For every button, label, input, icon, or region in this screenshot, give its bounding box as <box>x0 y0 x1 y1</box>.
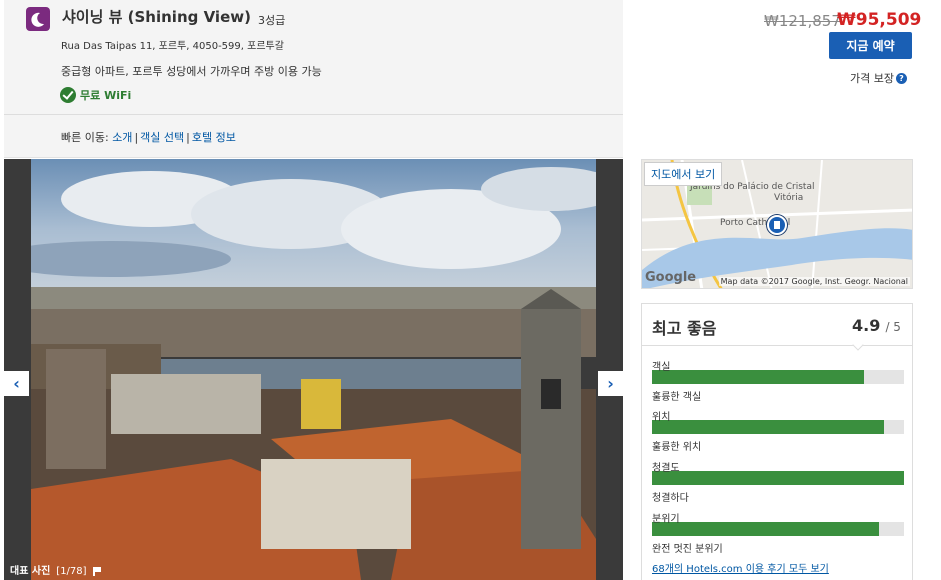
help-icon[interactable]: ? <box>895 72 907 84</box>
rating-score-value: 4.9 <box>852 316 881 335</box>
rating-bar-fill <box>652 522 879 536</box>
rating-category-label: 청결도 <box>652 463 680 474</box>
photo-caption-label: 대표 사진 <box>10 566 51 577</box>
quick-nav: 빠른 이동: 소개 | 객실 선택 | 호텔 정보 <box>61 131 236 144</box>
rating-bar <box>652 471 904 485</box>
price-guarantee[interactable]: 가격 보장 ? <box>850 70 907 86</box>
rating-category-sub: 완전 멋진 분위기 <box>652 544 723 555</box>
rating-score: 4.9 / 5 <box>852 316 901 335</box>
brand-logo-icon <box>26 7 50 31</box>
hotel-photo[interactable] <box>31 159 596 580</box>
rating-bar-fill <box>652 471 904 485</box>
map-label-vitoria: Vitória <box>774 193 804 203</box>
quick-nav-intro-link[interactable]: 소개 <box>112 131 132 144</box>
google-logo: Google <box>645 270 697 285</box>
rating-bar <box>652 420 904 434</box>
rating-bar <box>652 370 904 384</box>
rating-category-location: 위치 훌륭한 위치 <box>652 408 904 453</box>
divider <box>4 114 623 115</box>
quick-nav-label: 빠른 이동: <box>61 131 109 144</box>
hotel-address: Rua Das Taipas 11, 포르투, 4050-599, 포르투갈 <box>61 41 284 52</box>
photo-gallery: ‹ › <box>4 159 623 580</box>
rating-bar-fill <box>652 420 884 434</box>
rating-category-label: 분위기 <box>652 514 680 525</box>
star-rating: 3성급 <box>258 14 286 27</box>
rating-category-label: 객실 <box>652 362 671 373</box>
rating-score-max: / 5 <box>885 320 901 334</box>
rating-category-label: 위치 <box>652 412 671 423</box>
view-on-map-button[interactable]: 지도에서 보기 <box>644 162 723 186</box>
hotel-header: 샤이닝 뷰 (Shining View) 3성급 Rua Das Taipas … <box>4 0 623 158</box>
rating-title: 최고 좋음 <box>652 319 717 338</box>
quick-nav-rooms-link[interactable]: 객실 선택 <box>140 131 184 144</box>
next-photo-button[interactable]: › <box>598 371 623 396</box>
discount-price: ₩95,509 <box>837 10 922 30</box>
rating-bar <box>652 522 904 536</box>
prev-photo-button[interactable]: ‹ <box>4 371 29 396</box>
all-reviews-link[interactable]: 68개의 Hotels.com 이용 후기 모두 보기 <box>652 560 829 575</box>
photo-caption: 대표 사진 [1/78] <box>0 563 111 580</box>
rating-bar-fill <box>652 370 864 384</box>
divider-pointer <box>852 339 864 351</box>
amenity-label: 무료 WiFi <box>80 89 132 102</box>
original-price: ₩121,857 <box>764 12 841 30</box>
hotel-name: 샤이닝 뷰 (Shining View) <box>62 8 251 26</box>
map-credit: Map data ©2017 Google, Inst. Geogr. Naci… <box>718 277 910 286</box>
price-guarantee-label: 가격 보장 <box>850 72 894 85</box>
rating-category-atmosphere: 분위기 완전 멋진 분위기 <box>652 510 904 555</box>
divider <box>642 345 912 346</box>
flag-icon[interactable] <box>92 567 101 576</box>
guest-ratings: 최고 좋음 4.9 / 5 객실 훌륭한 객실 위치 훌륭한 위치 청결도 청결… <box>641 303 913 580</box>
check-icon <box>60 87 76 103</box>
rating-category-sub: 훌륭한 객실 <box>652 392 702 403</box>
rating-category-sub: 청결하다 <box>652 493 689 504</box>
rating-category-room: 객실 훌륭한 객실 <box>652 358 904 403</box>
rating-category-cleanliness: 청결도 청결하다 <box>652 459 904 504</box>
book-now-button[interactable]: 지금 예약 <box>829 32 912 59</box>
amenity-wifi: 무료 WiFi <box>60 87 131 103</box>
map-preview[interactable]: Jardins do Palácio de Cristal Vitória Po… <box>641 159 913 289</box>
rating-category-sub: 훌륭한 위치 <box>652 442 702 453</box>
chevron-right-icon: › <box>607 374 614 393</box>
chevron-left-icon: ‹ <box>13 374 20 393</box>
hotel-location-pin-icon[interactable] <box>767 215 787 235</box>
photo-counter: [1/78] <box>56 566 87 577</box>
quick-nav-info-link[interactable]: 호텔 정보 <box>192 131 236 144</box>
hotel-description: 중급형 아파트, 포르투 성당에서 가까우며 주방 이용 가능 <box>61 65 322 78</box>
